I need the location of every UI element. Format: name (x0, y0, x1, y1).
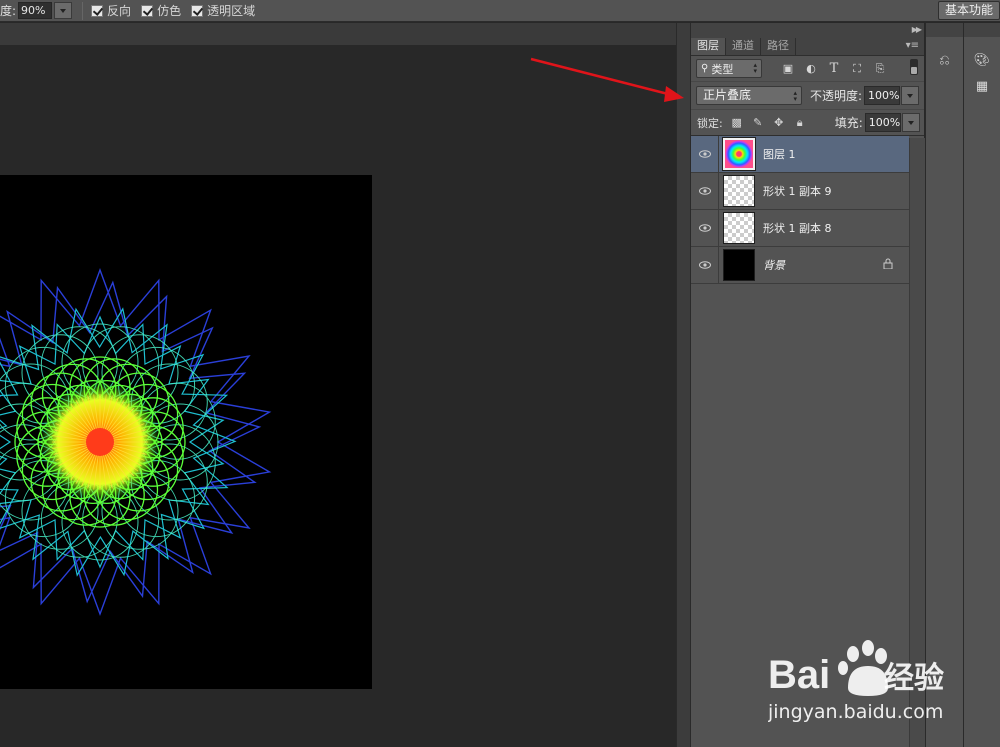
panel-header-strip: ▶▶ (691, 23, 924, 37)
lock-position-icon[interactable]: ✥ (772, 116, 786, 130)
layer-row[interactable]: 背景 (691, 246, 909, 284)
visibility-eye-icon[interactable] (691, 209, 719, 247)
opacity-slider-button[interactable] (901, 86, 920, 105)
visibility-eye-icon[interactable] (691, 135, 719, 173)
checkbox-checked-icon (141, 4, 154, 17)
layer-opacity-field[interactable]: 100% (864, 86, 901, 105)
updown-icon: ▴ ▾ (793, 89, 797, 103)
tab-channels[interactable]: 通道 (726, 38, 761, 55)
filter-kind-label: 类型 (711, 62, 734, 76)
lock-transparent-icon[interactable]: ▩ (730, 116, 744, 130)
palette-icon[interactable]: 🎨︎ (970, 49, 994, 71)
fill-label: 填充: (834, 116, 863, 130)
layer-name: 形状 1 副本 9 (763, 185, 832, 198)
chevron-down-icon (907, 93, 914, 98)
options-bar: 度: 90% 反向 仿色 透明区域 基本功能 (0, 0, 1000, 22)
watermark-brand: Bai (768, 653, 830, 697)
dither-label: 仿色 (157, 4, 182, 18)
shape-filter-icon[interactable]: ⛶ (849, 61, 865, 77)
watermark-suffix: 经验 (884, 661, 944, 696)
chevron-down-icon (907, 120, 914, 125)
lock-label: 锁定: (697, 116, 723, 130)
lock-image-icon[interactable]: ✎ (751, 116, 765, 130)
layer-name: 图层 1 (763, 148, 796, 161)
layer-row[interactable]: 形状 1 副本 8 (691, 209, 909, 247)
filter-kind-select[interactable]: ⚲ 类型 ▴ ▾ (696, 59, 762, 78)
image-canvas[interactable] (0, 175, 372, 689)
dither-checkbox[interactable]: 仿色 (141, 2, 181, 19)
lock-row: 锁定: ▩ ✎ ✥ 🔒︎ 填充: 100% (691, 110, 924, 136)
photoshop-window: 度: 90% 反向 仿色 透明区域 基本功能 ▶▶ 图层 通道 路径 ▾≡ ⚲ … (0, 0, 1000, 747)
workspace-button[interactable]: 基本功能 (937, 1, 1000, 20)
panel-tabs: 图层 通道 路径 ▾≡ (691, 37, 924, 56)
collapse-icon[interactable]: ▶▶ (912, 25, 922, 34)
chevron-down-icon (60, 8, 67, 13)
center-dot (86, 428, 114, 456)
layer-name: 背景 (763, 259, 785, 272)
mandala-artwork (0, 267, 272, 617)
filter-toggle[interactable] (910, 59, 918, 75)
layer-row[interactable]: 图层 1 (691, 135, 909, 173)
transparency-checkbox[interactable]: 透明区域 (191, 2, 255, 19)
visibility-eye-icon[interactable] (691, 246, 719, 284)
layer-filter-row: ⚲ 类型 ▴ ▾ ▣ ◐ T ⛶ ⎘ (691, 56, 924, 82)
layer-thumbnail (723, 212, 755, 244)
divider (82, 1, 84, 20)
lock-icon (883, 258, 893, 272)
opacity-field[interactable]: 90% (18, 2, 53, 19)
paw-icon (838, 640, 888, 696)
watermark-url: jingyan.baidu.com (768, 701, 943, 723)
layer-row[interactable]: 形状 1 副本 9 (691, 172, 909, 210)
blend-mode-select[interactable]: 正片叠底 ▴ ▾ (696, 86, 802, 105)
dock-header (964, 23, 1000, 37)
baidu-watermark: Bai 经验 jingyan.baidu.com (767, 636, 998, 736)
smart-object-filter-icon[interactable]: ⎘ (872, 61, 888, 77)
transparency-label: 透明区域 (207, 4, 256, 18)
checkbox-checked-icon (191, 4, 204, 17)
visibility-eye-icon[interactable] (691, 172, 719, 210)
adjustment-filter-icon[interactable]: ◐ (803, 61, 819, 77)
baidu-logo: Bai 经验 jingyan.baidu.com (767, 640, 944, 723)
lock-all-icon[interactable]: 🔒︎ (793, 116, 807, 130)
fill-slider-button[interactable] (901, 113, 920, 132)
blend-row: 正片叠底 ▴ ▾ 不透明度: 100% (691, 82, 924, 110)
swatches-icon[interactable]: ▦ (970, 75, 994, 97)
reverse-checkbox[interactable]: 反向 (91, 2, 131, 19)
blend-mode-value: 正片叠底 (703, 88, 752, 102)
checkbox-checked-icon (91, 4, 104, 17)
layer-name: 形状 1 副本 8 (763, 222, 832, 235)
image-filter-icon[interactable]: ▣ (780, 61, 796, 77)
filter-icons: ▣ ◐ T ⛶ ⎘ (780, 61, 895, 77)
layer-thumbnail (723, 249, 755, 281)
reverse-label: 反向 (107, 4, 132, 18)
document-scrollbar[interactable] (676, 23, 690, 747)
search-icon: ⚲ (701, 63, 709, 74)
dock-header (926, 23, 963, 37)
layer-list: 图层 1 形状 1 副本 9 形状 1 副本 8 背景 (691, 135, 924, 284)
fill-field[interactable]: 100% (864, 113, 901, 132)
updown-icon: ▴ ▾ (753, 61, 757, 75)
document-tab-strip (0, 23, 676, 45)
layer-opacity-label: 不透明度: (810, 89, 863, 103)
opacity-label: 度: (0, 4, 17, 18)
panel-menu-icon[interactable]: ▾≡ (906, 40, 919, 51)
opacity-dropdown[interactable] (54, 2, 73, 19)
tab-paths[interactable]: 路径 (761, 38, 796, 55)
layer-thumbnail (722, 137, 756, 171)
history-icon[interactable]: ⎌ (933, 49, 957, 71)
layer-thumbnail (723, 175, 755, 207)
type-filter-icon[interactable]: T (826, 61, 842, 77)
tab-layers[interactable]: 图层 (691, 38, 726, 55)
